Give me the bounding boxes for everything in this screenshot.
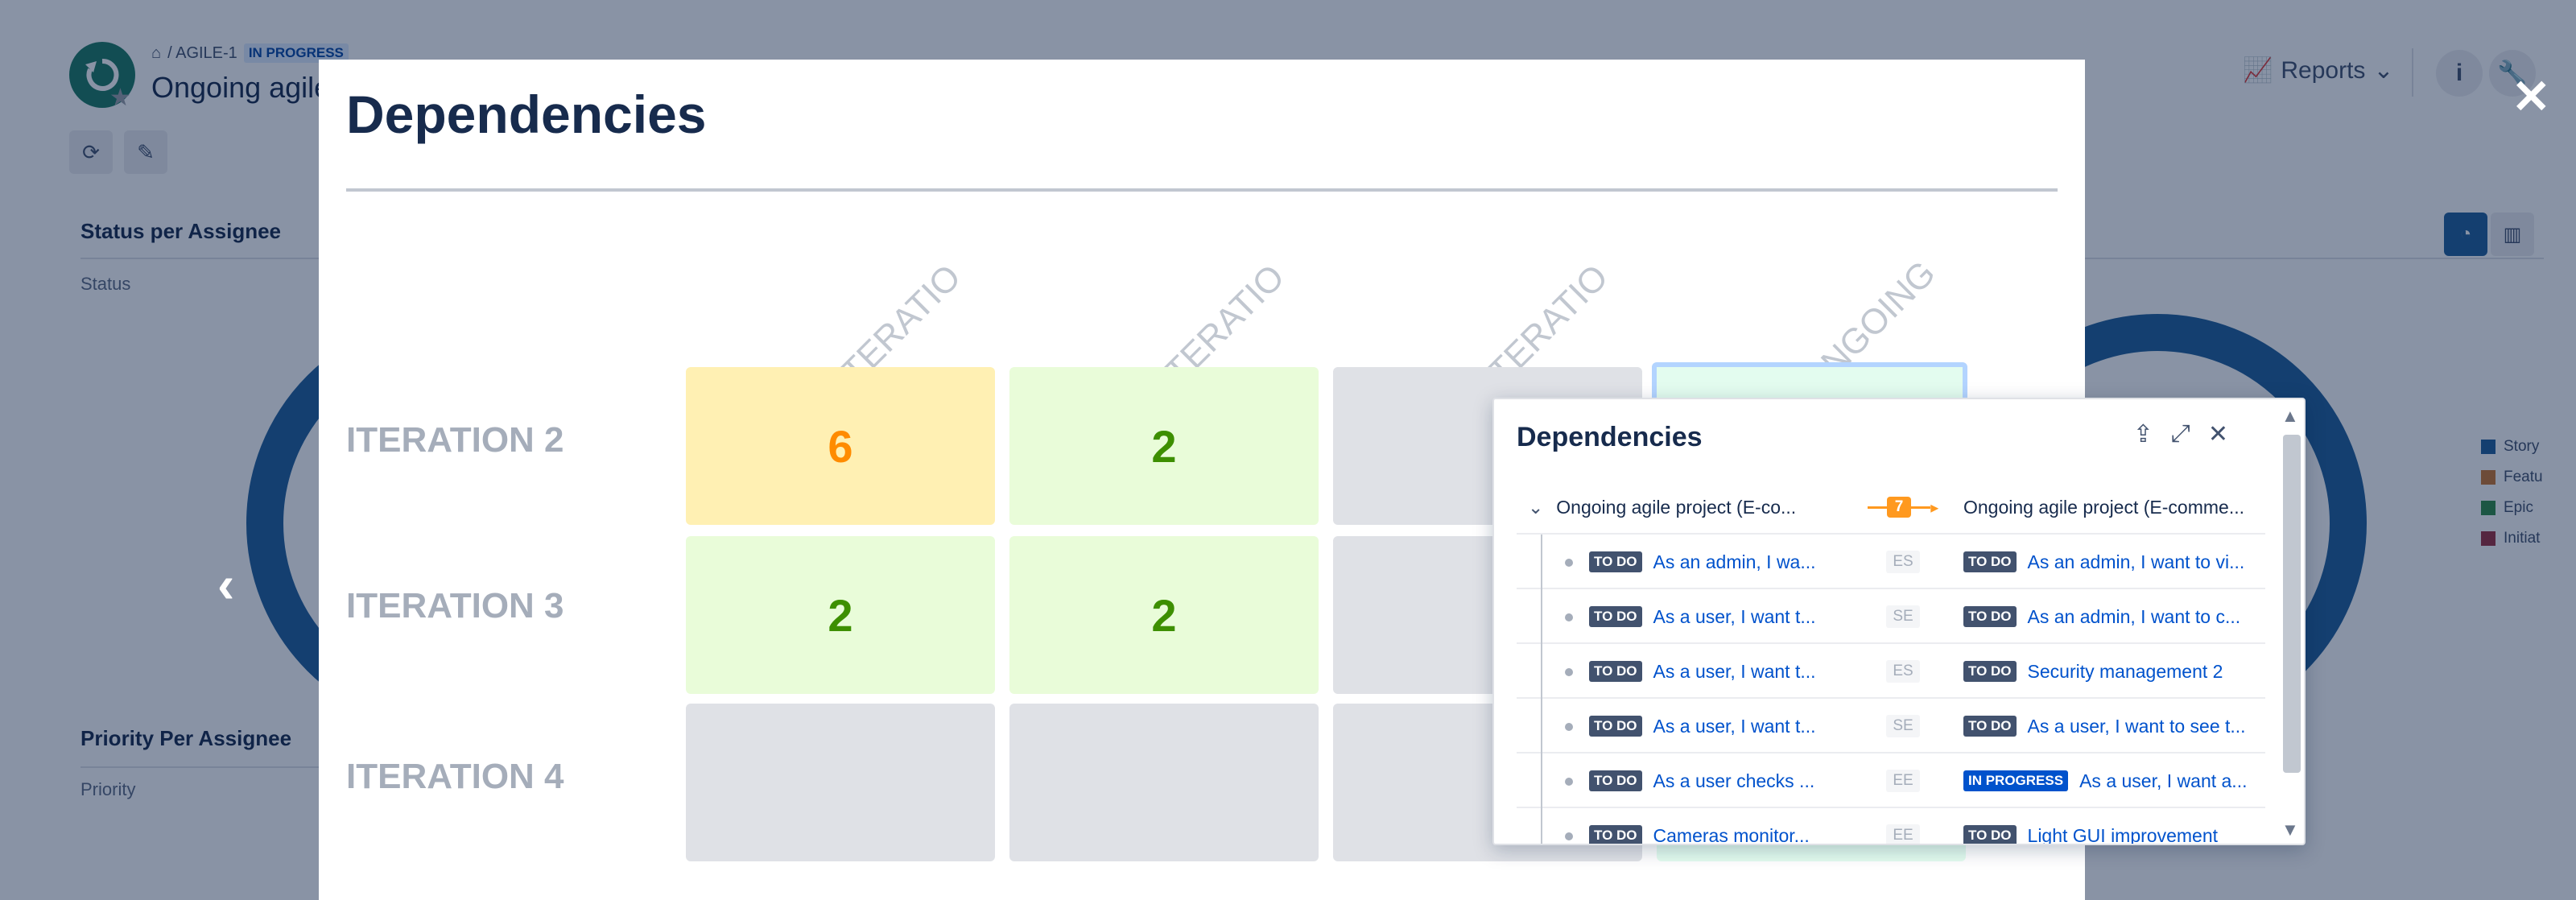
- tree-dot: [1565, 832, 1573, 840]
- matrix-cell[interactable]: 6: [686, 367, 995, 525]
- matrix-cell[interactable]: [1009, 704, 1319, 861]
- tree-line: [1541, 644, 1542, 699]
- status-lozenge: TO DO: [1589, 661, 1642, 682]
- status-lozenge: TO DO: [1589, 551, 1642, 572]
- tree-dot: [1565, 723, 1573, 731]
- matrix-cell[interactable]: 2: [1009, 536, 1319, 694]
- title-divider: [346, 188, 2058, 192]
- close-lightbox-icon[interactable]: ✕: [2512, 74, 2551, 121]
- modal-title: Dependencies: [346, 85, 707, 144]
- status-lozenge: IN PROGRESS: [1963, 770, 2069, 791]
- matrix-cell[interactable]: [686, 704, 995, 861]
- status-lozenge: TO DO: [1963, 661, 2017, 682]
- matrix-cell[interactable]: 2: [1009, 367, 1319, 525]
- link-type-badge: ES: [1886, 660, 1920, 683]
- popup-scrollbar[interactable]: ▲ ▼: [2280, 406, 2301, 840]
- tree-dot: [1565, 668, 1573, 676]
- link-type-badge: EE: [1886, 824, 1920, 844]
- dependency-count-badge: 7: [1886, 497, 1912, 518]
- expand-icon[interactable]: ⤢: [2171, 420, 2190, 448]
- issue-link[interactable]: As a user, I want to see t...: [2028, 716, 2246, 737]
- popup-actions: ⇪ ⤢ ✕: [2133, 420, 2228, 448]
- chevron-down-icon[interactable]: ⌄: [1528, 497, 1543, 518]
- row-header: ITERATION 4: [346, 757, 564, 796]
- dependency-row[interactable]: TO DO As a user checks ... EE IN PROGRES…: [1517, 753, 2265, 808]
- tree-dot: [1565, 559, 1573, 567]
- status-lozenge: TO DO: [1963, 551, 2017, 572]
- status-lozenge: TO DO: [1589, 606, 1642, 627]
- issue-link[interactable]: Light GUI improvement: [2028, 825, 2218, 844]
- issue-link[interactable]: As a user, I want t...: [1653, 661, 1816, 683]
- issue-link[interactable]: As an admin, I wa...: [1653, 551, 1816, 573]
- dependencies-popup: Dependencies ⇪ ⤢ ✕ ▲ ▼ ⌄ Ongoing agile p…: [1492, 398, 2306, 845]
- column-header: ITERATIO: [1474, 257, 1615, 390]
- arrow-right-icon: ▸: [1930, 498, 1939, 517]
- dependency-row[interactable]: TO DO As an admin, I wa... ES TO DO As a…: [1517, 535, 2265, 589]
- dependency-row[interactable]: TO DO As a user, I want t... SE TO DO As…: [1517, 589, 2265, 644]
- arrow-line: [1911, 506, 1931, 509]
- status-lozenge: TO DO: [1963, 606, 2017, 627]
- export-icon[interactable]: ⇪: [2133, 420, 2153, 448]
- link-type-badge: SE: [1886, 605, 1920, 628]
- status-lozenge: TO DO: [1589, 770, 1642, 791]
- link-type-badge: EE: [1886, 770, 1920, 792]
- row-header: ITERATION 2: [346, 420, 564, 460]
- link-type-badge: ES: [1886, 551, 1920, 573]
- status-lozenge: TO DO: [1963, 825, 2017, 844]
- column-header: ITERATIO: [1150, 257, 1291, 390]
- matrix-cell[interactable]: 2: [686, 536, 995, 694]
- issue-link[interactable]: As a user, I want t...: [1653, 606, 1816, 628]
- issue-link[interactable]: Cameras monitor...: [1653, 825, 1810, 844]
- tree-line: [1541, 753, 1542, 808]
- scroll-down-icon[interactable]: ▼: [2281, 819, 2299, 840]
- status-lozenge: TO DO: [1589, 825, 1642, 844]
- dependency-row[interactable]: TO DO As a user, I want t... ES TO DO Se…: [1517, 644, 2265, 699]
- issue-link[interactable]: Security management 2: [2028, 661, 2223, 683]
- arrow-line: [1867, 506, 1887, 509]
- tree-line: [1541, 535, 1542, 589]
- issue-link[interactable]: As an admin, I want to vi...: [2028, 551, 2245, 573]
- status-lozenge: TO DO: [1963, 716, 2017, 737]
- group-target: Ongoing agile project (E-comme...: [1963, 496, 2244, 518]
- issue-link[interactable]: As a user checks ...: [1653, 770, 1815, 792]
- column-header: ITERATIO: [827, 257, 968, 390]
- issue-link[interactable]: As a user, I want a...: [2079, 770, 2247, 792]
- tree-line: [1541, 699, 1542, 753]
- issue-link[interactable]: As an admin, I want to c...: [2028, 606, 2241, 628]
- tree-line: [1541, 589, 1542, 644]
- previous-arrow-icon[interactable]: ‹: [217, 559, 234, 610]
- row-header: ITERATION 3: [346, 586, 564, 625]
- group-source: Ongoing agile project (E-co...: [1556, 496, 1797, 518]
- tree-dot: [1565, 613, 1573, 621]
- tree-dot: [1565, 778, 1573, 786]
- dependency-group-row[interactable]: ⌄ Ongoing agile project (E-co... 7 ▸ Ong…: [1517, 480, 2265, 535]
- scroll-up-icon[interactable]: ▲: [2281, 406, 2299, 427]
- status-lozenge: TO DO: [1589, 716, 1642, 737]
- tree-line: [1541, 808, 1542, 844]
- popup-title: Dependencies: [1517, 422, 1703, 452]
- dependency-list: ⌄ Ongoing agile project (E-co... 7 ▸ Ong…: [1517, 480, 2265, 844]
- dependency-row[interactable]: TO DO Cameras monitor... EE TO DO Light …: [1517, 808, 2265, 844]
- link-type-badge: SE: [1886, 715, 1920, 737]
- close-icon[interactable]: ✕: [2208, 420, 2228, 448]
- dependency-row[interactable]: TO DO As a user, I want t... SE TO DO As…: [1517, 699, 2265, 753]
- scroll-thumb[interactable]: [2283, 435, 2301, 773]
- issue-link[interactable]: As a user, I want t...: [1653, 716, 1816, 737]
